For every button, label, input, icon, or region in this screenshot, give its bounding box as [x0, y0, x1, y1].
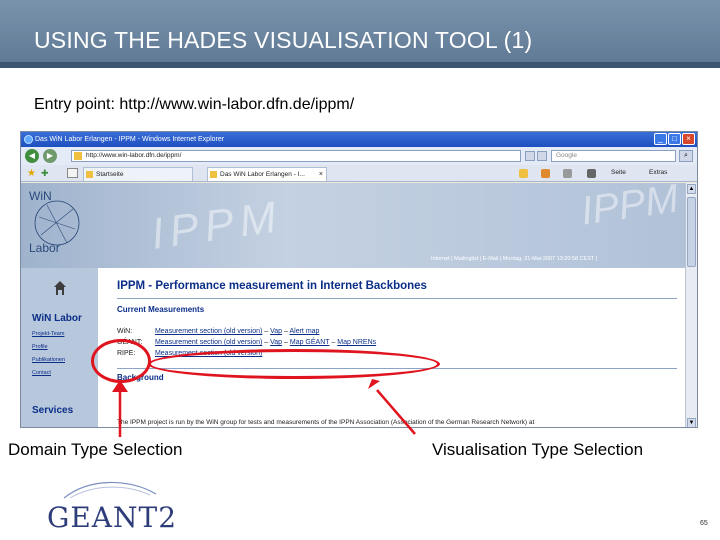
- geant2-logo: GEANT2: [44, 476, 184, 534]
- feeds-icon[interactable]: [541, 169, 550, 178]
- alert-map-link[interactable]: Alert map: [289, 328, 319, 335]
- tab-active[interactable]: Das WiN Labor Erlangen - I... ×: [207, 167, 327, 181]
- browser-window: Das WiN Labor Erlangen - IPPM - Windows …: [20, 131, 698, 428]
- page-menu[interactable]: Seite: [611, 169, 626, 176]
- home-icon[interactable]: [53, 280, 67, 296]
- page-banner: WiN Labor IPPM IPPM Internet | Mailingli…: [21, 183, 687, 268]
- address-bar: ◀ ▶ http://www.win-labor.dfn.de/ippm/ Go…: [21, 147, 697, 165]
- current-measurements-heading: Current Measurements: [117, 305, 205, 314]
- map-geant-link[interactable]: Map GÉANT: [290, 339, 330, 346]
- extras-menu[interactable]: Extras: [649, 169, 667, 176]
- measurement-row-win: WiN: Measurement section (old version) –…: [117, 328, 320, 335]
- logo-top-text: WiN: [29, 189, 52, 203]
- forward-arrow-icon[interactable]: ▶: [43, 149, 57, 163]
- url-text: http://www.win-labor.dfn.de/ippm/: [86, 152, 182, 159]
- scroll-thumb[interactable]: [687, 197, 696, 267]
- sidebar-item-team[interactable]: Projekt-Team: [32, 331, 64, 337]
- domain-highlight-ellipse: [91, 339, 151, 383]
- sidebar-services[interactable]: Services: [32, 405, 73, 416]
- domain-type-label: Domain Type Selection: [8, 440, 183, 459]
- browser-window-title: Das WiN Labor Erlangen - IPPM - Windows …: [35, 136, 225, 143]
- header-band: [0, 62, 720, 68]
- page-scrollbar[interactable]: ▲ ▼: [685, 183, 697, 427]
- page-sidebar: WiN Labor Projekt-Team Profile Publikati…: [21, 268, 98, 427]
- divider: [117, 298, 677, 299]
- tab-startseite[interactable]: Startseite: [83, 167, 193, 181]
- tab-bar: ★ ✚ Startseite Das WiN Labor Erlangen - …: [21, 165, 697, 182]
- favorites-star-icon[interactable]: ★: [27, 168, 36, 179]
- scroll-up-icon[interactable]: ▲: [687, 184, 696, 194]
- slide-header: USING THE HADES VISUALISATION TOOL (1): [0, 0, 720, 68]
- tab-label: Das WiN Labor Erlangen - I...: [220, 171, 305, 178]
- background-text: The IPPM project is run by the WiN group…: [117, 419, 535, 426]
- browser-titlebar: Das WiN Labor Erlangen - IPPM - Windows …: [21, 132, 697, 147]
- page-heading: IPPM - Performance measurement in Intern…: [117, 280, 427, 292]
- ie-logo-icon: [24, 135, 33, 144]
- search-icon[interactable]: ⌕: [679, 150, 693, 162]
- page-icon: [210, 171, 217, 178]
- web-page: WiN Labor IPPM IPPM Internet | Mailingli…: [21, 183, 687, 427]
- domain-label: WiN:: [117, 328, 133, 335]
- close-button[interactable]: ×: [682, 133, 695, 145]
- banner-watermark-right: IPPM: [578, 183, 682, 234]
- minimize-button[interactable]: _: [654, 133, 667, 145]
- measurement-link[interactable]: Measurement section (old version): [155, 339, 262, 346]
- refresh-icon[interactable]: [525, 151, 535, 161]
- banner-watermark: IPPM: [148, 192, 286, 259]
- search-input[interactable]: Google: [551, 150, 676, 162]
- page-content: IPPM - Performance measurement in Intern…: [98, 268, 687, 427]
- stop-icon[interactable]: [537, 151, 547, 161]
- quick-tabs-icon[interactable]: [67, 168, 78, 178]
- visualisation-highlight-ellipse: [148, 349, 440, 379]
- measurement-row-geant: GÉANT: Measurement section (old version)…: [117, 339, 377, 346]
- map-nrens-link[interactable]: Map NRENs: [337, 339, 376, 346]
- logo-bottom-text: Labor: [29, 241, 60, 255]
- sidebar-item-profile[interactable]: Profile: [32, 344, 48, 350]
- sidebar-title: WiN Labor: [32, 313, 82, 324]
- slide-title: USING THE HADES VISUALISATION TOOL (1): [34, 27, 533, 53]
- geant2-logo-text: GEANT2: [47, 501, 178, 534]
- page-number: 65: [700, 520, 708, 527]
- back-arrow-icon[interactable]: ◀: [25, 149, 39, 163]
- print-icon[interactable]: [587, 169, 596, 178]
- tab-label: Startseite: [96, 171, 124, 178]
- scroll-down-icon[interactable]: ▼: [687, 418, 696, 427]
- home-icon[interactable]: [519, 169, 528, 178]
- close-tab-icon[interactable]: ×: [319, 168, 323, 181]
- vap-link[interactable]: Vap: [270, 339, 282, 346]
- mail-icon[interactable]: [563, 169, 572, 178]
- add-favorite-icon[interactable]: ✚: [41, 168, 49, 179]
- banner-info-line: Internet | Mailinglist | E-Mail | Montag…: [431, 256, 598, 262]
- measurement-link[interactable]: Measurement section (old version): [155, 328, 262, 335]
- entry-point-text: Entry point: http://www.win-labor.dfn.de…: [34, 96, 355, 113]
- page-icon: [86, 171, 93, 178]
- sidebar-item-contact[interactable]: Contact: [32, 370, 51, 376]
- win-labor-logo: WiN Labor: [27, 187, 81, 263]
- vap-link[interactable]: Vap: [270, 328, 282, 335]
- visualisation-type-label: Visualisation Type Selection: [432, 440, 644, 459]
- page-icon: [74, 152, 82, 160]
- sidebar-item-publications[interactable]: Publikationen: [32, 357, 65, 363]
- url-input[interactable]: http://www.win-labor.dfn.de/ippm/: [71, 150, 521, 162]
- maximize-button[interactable]: □: [668, 133, 681, 145]
